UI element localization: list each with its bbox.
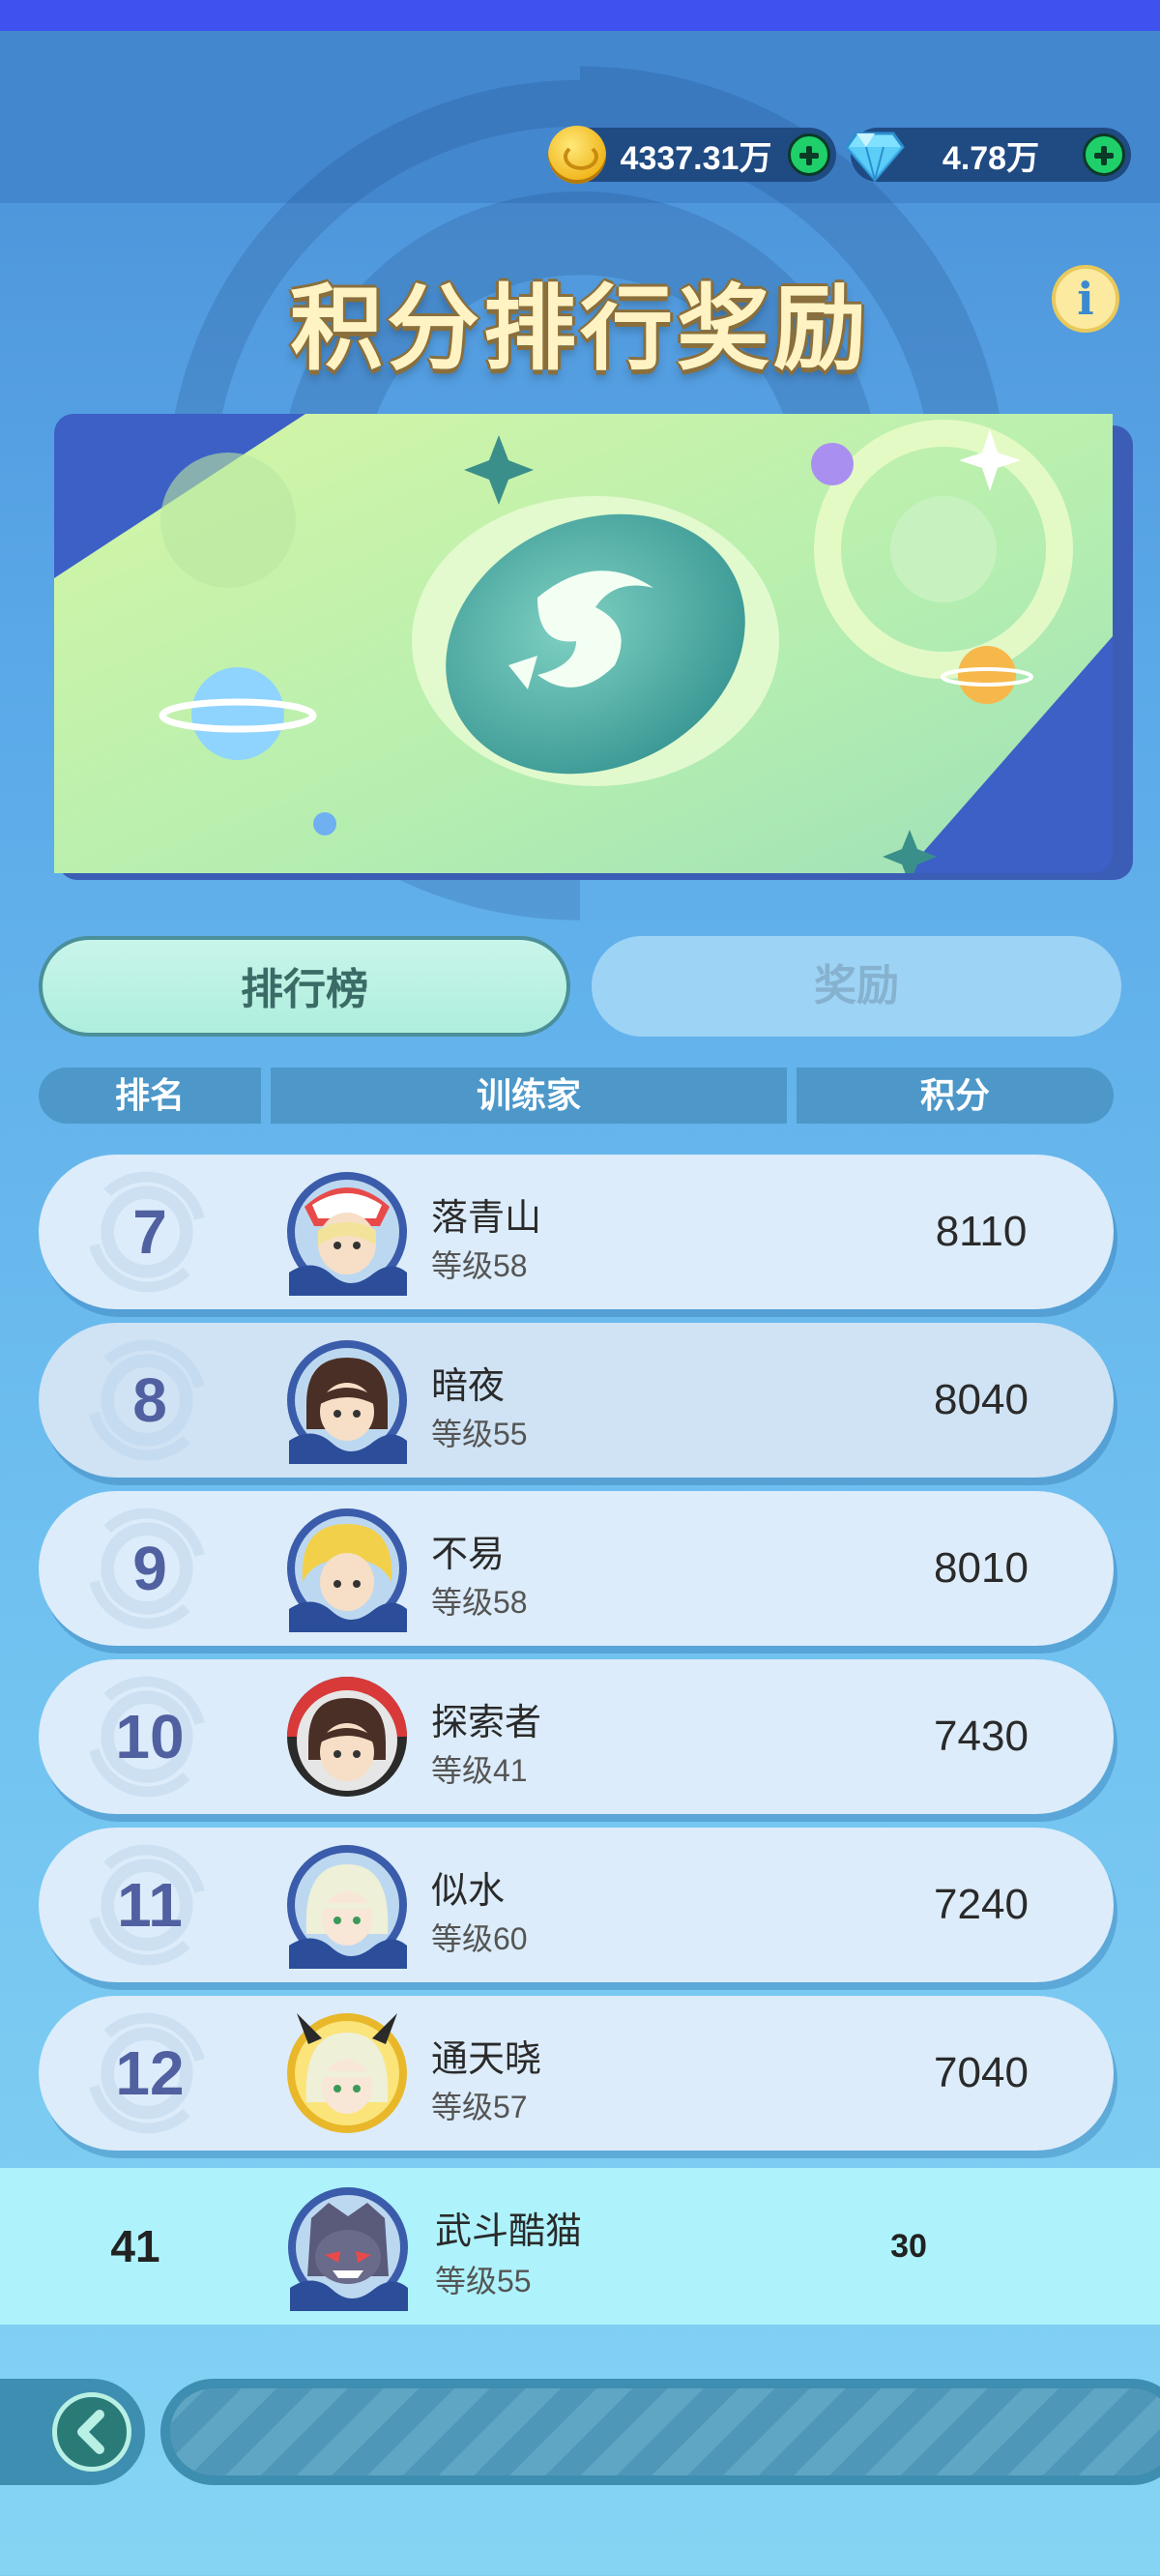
trainer-level: 等级58 bbox=[431, 1248, 528, 1283]
coin-icon bbox=[548, 126, 606, 184]
bottom-bar bbox=[0, 2379, 1160, 2485]
gem-balance: 4.78万 bbox=[845, 128, 1131, 182]
table-row[interactable]: 11 似水 等级60 7240 bbox=[39, 1828, 1114, 1982]
my-level: 等级55 bbox=[435, 2264, 532, 2298]
table-row[interactable]: 8 暗夜 等级55 8040 bbox=[39, 1323, 1114, 1478]
trainer-name: 通天晓 bbox=[431, 2039, 542, 2080]
event-banner-image bbox=[54, 414, 1113, 873]
my-score: 30 bbox=[890, 2228, 927, 2265]
trainer-avatar[interactable] bbox=[283, 1841, 411, 1969]
rank-number: 10 bbox=[115, 1702, 185, 1771]
tab-rewards[interactable]: 奖励 bbox=[592, 936, 1121, 1037]
rank-number: 12 bbox=[115, 2038, 185, 2108]
trainer-score: 7040 bbox=[934, 2049, 1029, 2096]
trainer-avatar[interactable] bbox=[283, 1505, 411, 1632]
trainer-name: 落青山 bbox=[431, 1198, 542, 1239]
trainer-score: 8040 bbox=[934, 1376, 1029, 1423]
trainer-level: 等级58 bbox=[431, 1585, 528, 1620]
info-button[interactable]: i bbox=[1052, 265, 1119, 333]
table-row[interactable]: 12 通天晓 等级57 7040 bbox=[39, 1996, 1114, 2151]
rank-number: 11 bbox=[117, 1870, 183, 1940]
coin-amount: 4337.31万 bbox=[620, 139, 772, 177]
trainer-avatar[interactable] bbox=[283, 1168, 411, 1296]
trainer-level: 等级60 bbox=[431, 1921, 528, 1956]
table-row[interactable]: 10 探索者 等级41 7430 bbox=[39, 1659, 1114, 1814]
trainer-level: 等级55 bbox=[431, 1417, 528, 1451]
trainer-name: 不易 bbox=[431, 1535, 506, 1575]
status-bar bbox=[0, 0, 1160, 31]
add-coins-button[interactable] bbox=[788, 133, 830, 176]
trainer-level: 等级41 bbox=[431, 1753, 528, 1788]
my-rank-number: 41 bbox=[110, 2221, 160, 2271]
back-button[interactable] bbox=[52, 2392, 131, 2472]
bottom-progress-track bbox=[160, 2379, 1160, 2485]
rank-number: 9 bbox=[132, 1534, 167, 1603]
rank-number: 7 bbox=[132, 1197, 167, 1267]
column-header-rank: 排名 bbox=[39, 1068, 261, 1124]
chevron-left-icon bbox=[77, 2410, 104, 2454]
trainer-level: 等级57 bbox=[431, 2090, 528, 2124]
trainer-score: 8110 bbox=[935, 1208, 1028, 1255]
my-avatar[interactable] bbox=[284, 2183, 412, 2311]
trainer-avatar[interactable] bbox=[283, 2009, 411, 2137]
column-header-trainer: 训练家 bbox=[271, 1068, 787, 1124]
tab-leaderboard[interactable]: 排行榜 bbox=[39, 936, 570, 1037]
trainer-score: 7430 bbox=[934, 1712, 1029, 1760]
my-name: 武斗酷猫 bbox=[435, 2211, 583, 2252]
rank-number: 8 bbox=[132, 1365, 167, 1435]
diamond-icon bbox=[845, 132, 905, 182]
trainer-name: 探索者 bbox=[431, 1703, 542, 1743]
bottom-progress-fill bbox=[170, 2388, 1160, 2475]
table-row[interactable]: 7 落青山 等级58 8110 bbox=[39, 1155, 1114, 1309]
table-row[interactable]: 9 不易 等级58 8010 bbox=[39, 1491, 1114, 1646]
add-gems-button[interactable] bbox=[1083, 133, 1125, 176]
coin-balance: 4337.31万 bbox=[548, 126, 836, 184]
trainer-avatar[interactable] bbox=[283, 1336, 411, 1464]
trainer-name: 暗夜 bbox=[431, 1366, 506, 1407]
trainer-score: 8010 bbox=[934, 1544, 1029, 1592]
trainer-avatar[interactable] bbox=[283, 1673, 411, 1800]
page-title: 积分排行奖励 bbox=[290, 278, 870, 381]
trainer-score: 7240 bbox=[934, 1881, 1029, 1928]
gem-amount: 4.78万 bbox=[942, 139, 1040, 177]
column-header-score: 积分 bbox=[797, 1068, 1114, 1124]
my-rank-row[interactable]: 41 武斗酷猫 等级55 30 bbox=[0, 2168, 1160, 2325]
trainer-name: 似水 bbox=[431, 1871, 506, 1912]
